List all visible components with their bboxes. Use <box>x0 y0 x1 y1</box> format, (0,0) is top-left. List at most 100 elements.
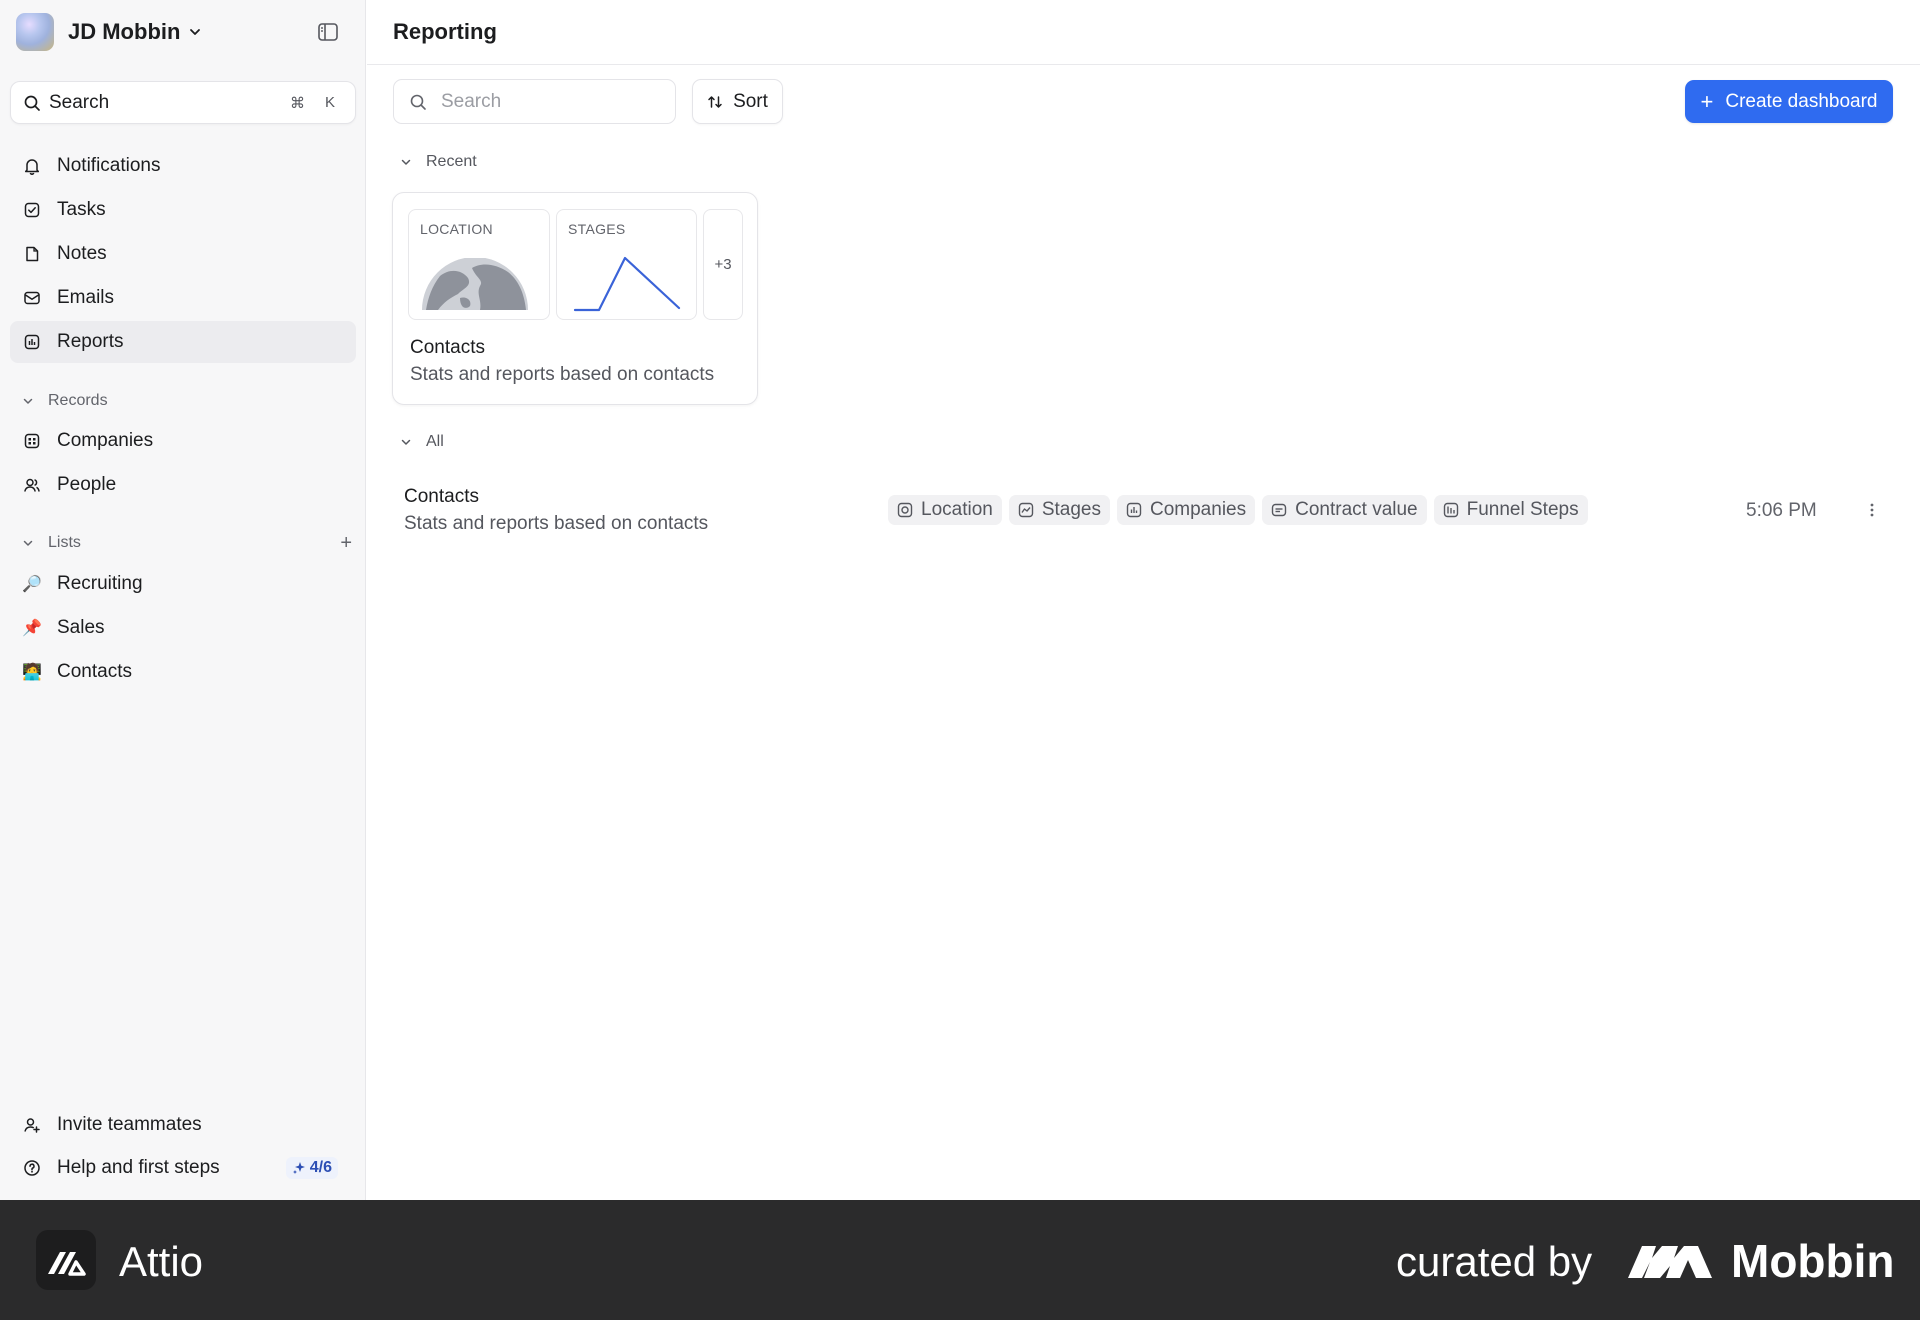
sidebar-item-label: Recruiting <box>57 573 143 594</box>
sidebar-item-notifications[interactable]: Notifications <box>10 145 356 187</box>
thumbnail-label: LOCATION <box>420 221 493 237</box>
sort-label: Sort <box>733 90 768 112</box>
sparkle-icon <box>292 1162 305 1174</box>
chevron-down-icon <box>401 159 411 165</box>
plus-icon: + <box>1700 88 1714 114</box>
add-list-button[interactable]: + <box>340 532 352 555</box>
create-dashboard-label: Create dashboard <box>1725 90 1878 112</box>
group-label: Recent <box>426 153 477 170</box>
sidebar-item-emails[interactable]: Emails <box>10 277 356 319</box>
chip-label: Companies <box>1150 499 1247 520</box>
shortcut-cmd: ⌘ <box>289 94 305 112</box>
chip-stages: Stages <box>1008 495 1110 525</box>
chip-label: Funnel Steps <box>1466 499 1579 520</box>
search-icon <box>410 94 426 110</box>
group-all-toggle[interactable]: All <box>400 433 444 451</box>
sort-button[interactable]: Sort <box>692 79 783 124</box>
people-icon <box>22 475 42 495</box>
attio-logo-icon <box>48 1252 86 1276</box>
dashboard-row[interactable]: Contacts Stats and reports based on cont… <box>392 474 1880 544</box>
row-menu-button[interactable] <box>1862 500 1882 520</box>
search-icon <box>24 95 40 111</box>
sidebar-item-label: Sales <box>57 617 105 638</box>
more-charts-count: +3 <box>703 209 743 320</box>
workspace-switcher[interactable]: JD Mobbin <box>16 13 202 51</box>
section-label: Lists <box>48 534 81 551</box>
row-title: Contacts <box>404 486 479 507</box>
sidebar-item-companies[interactable]: Companies <box>10 420 356 462</box>
search-input[interactable] <box>441 90 641 113</box>
note-icon <box>22 244 42 264</box>
sidebar-item-recruiting[interactable]: 🔎 Recruiting <box>10 563 356 605</box>
invite-label: Invite teammates <box>57 1114 202 1135</box>
card-description: Stats and reports based on contacts <box>410 364 715 385</box>
sidebar-item-label: Tasks <box>57 199 106 220</box>
shortcut-k: K <box>324 93 335 111</box>
chip-location: Location <box>888 495 1002 525</box>
magnifier-emoji-icon: 🔎 <box>22 576 42 593</box>
funnel-chart-icon <box>1443 502 1458 518</box>
sort-icon <box>708 95 722 108</box>
sidebar-item-notes[interactable]: Notes <box>10 233 356 275</box>
sidebar-item-tasks[interactable]: Tasks <box>10 189 356 231</box>
chevron-down-icon <box>23 398 33 404</box>
search-label: Search <box>49 91 110 113</box>
page-title: Reporting <box>393 19 497 44</box>
thumbnail-label: STAGES <box>568 221 626 237</box>
mobbin-logo-icon <box>1628 1246 1712 1278</box>
chevron-down-icon <box>190 29 201 35</box>
dashboard-card[interactable]: LOCATION STAGES +3 Contacts Stats and re… <box>392 192 758 405</box>
report-icon <box>22 332 42 352</box>
chip-funnel-steps: Funnel Steps <box>1433 495 1588 525</box>
chip-companies: Companies <box>1117 495 1256 525</box>
sidebar-item-label: Contacts <box>57 661 132 682</box>
help-first-steps[interactable]: Help and first steps 4/6 <box>10 1147 356 1189</box>
help-label: Help and first steps <box>57 1157 220 1178</box>
sidebar-item-reports[interactable]: Reports <box>10 321 356 363</box>
section-records[interactable]: Records <box>22 390 352 412</box>
sidebar-item-people[interactable]: People <box>10 464 356 506</box>
sidebar-item-contacts[interactable]: 🧑‍💻 Contacts <box>10 651 356 693</box>
topbar: Reporting <box>367 0 1920 65</box>
mail-icon <box>22 288 42 308</box>
footer-brand-name: Attio <box>119 1238 204 1285</box>
progress-badge: 4/6 <box>285 1157 338 1179</box>
thumbnail-location: LOCATION <box>408 209 550 320</box>
section-lists[interactable]: Lists + <box>22 532 352 554</box>
workspace-avatar <box>16 13 54 51</box>
technologist-emoji-icon: 🧑‍💻 <box>22 664 42 681</box>
search-shortcut: ⌘ K <box>290 94 343 112</box>
create-dashboard-button[interactable]: + Create dashboard <box>1685 80 1893 123</box>
attio-logo <box>36 1230 96 1290</box>
workspace-name: JD Mobbin <box>68 19 181 44</box>
chart-chips: Location Stages Companies Contract value… <box>888 495 1588 525</box>
invite-teammates[interactable]: Invite teammates <box>10 1104 356 1146</box>
help-icon <box>22 1158 42 1178</box>
group-recent-toggle[interactable]: Recent <box>400 153 477 171</box>
thumbnail-stages: STAGES <box>556 209 697 320</box>
number-card-icon <box>1271 503 1287 517</box>
group-label: All <box>426 433 444 450</box>
more-vertical-icon <box>1870 503 1874 517</box>
footer-curated-by: curated by <box>1396 1238 1593 1285</box>
globe-chip-icon <box>897 502 913 518</box>
sidebar-item-label: Emails <box>57 287 115 308</box>
bar-chart-icon <box>1126 502 1142 518</box>
section-label: Records <box>48 392 108 409</box>
bell-icon <box>22 156 42 176</box>
sidebar-search[interactable]: Search ⌘ K <box>10 81 356 124</box>
footer-mobbin-wordmark: Mobbin <box>1731 1235 1895 1287</box>
sidebar-item-label: Notes <box>57 243 107 264</box>
pin-emoji-icon: 📌 <box>22 620 42 637</box>
row-description: Stats and reports based on contacts <box>404 513 709 534</box>
card-title: Contacts <box>410 337 485 358</box>
sidebar-toggle-icon[interactable] <box>316 20 340 44</box>
sidebar-item-sales[interactable]: 📌 Sales <box>10 607 356 649</box>
chip-label: Location <box>921 499 993 520</box>
chevron-down-icon <box>23 540 33 546</box>
sidebar: JD Mobbin Search ⌘ K Notifications Tasks … <box>0 0 366 1200</box>
dashboard-search[interactable] <box>393 79 676 124</box>
globe-icon <box>422 258 528 310</box>
chip-contract-value: Contract value <box>1262 495 1427 525</box>
stages-line-chart <box>573 256 681 312</box>
